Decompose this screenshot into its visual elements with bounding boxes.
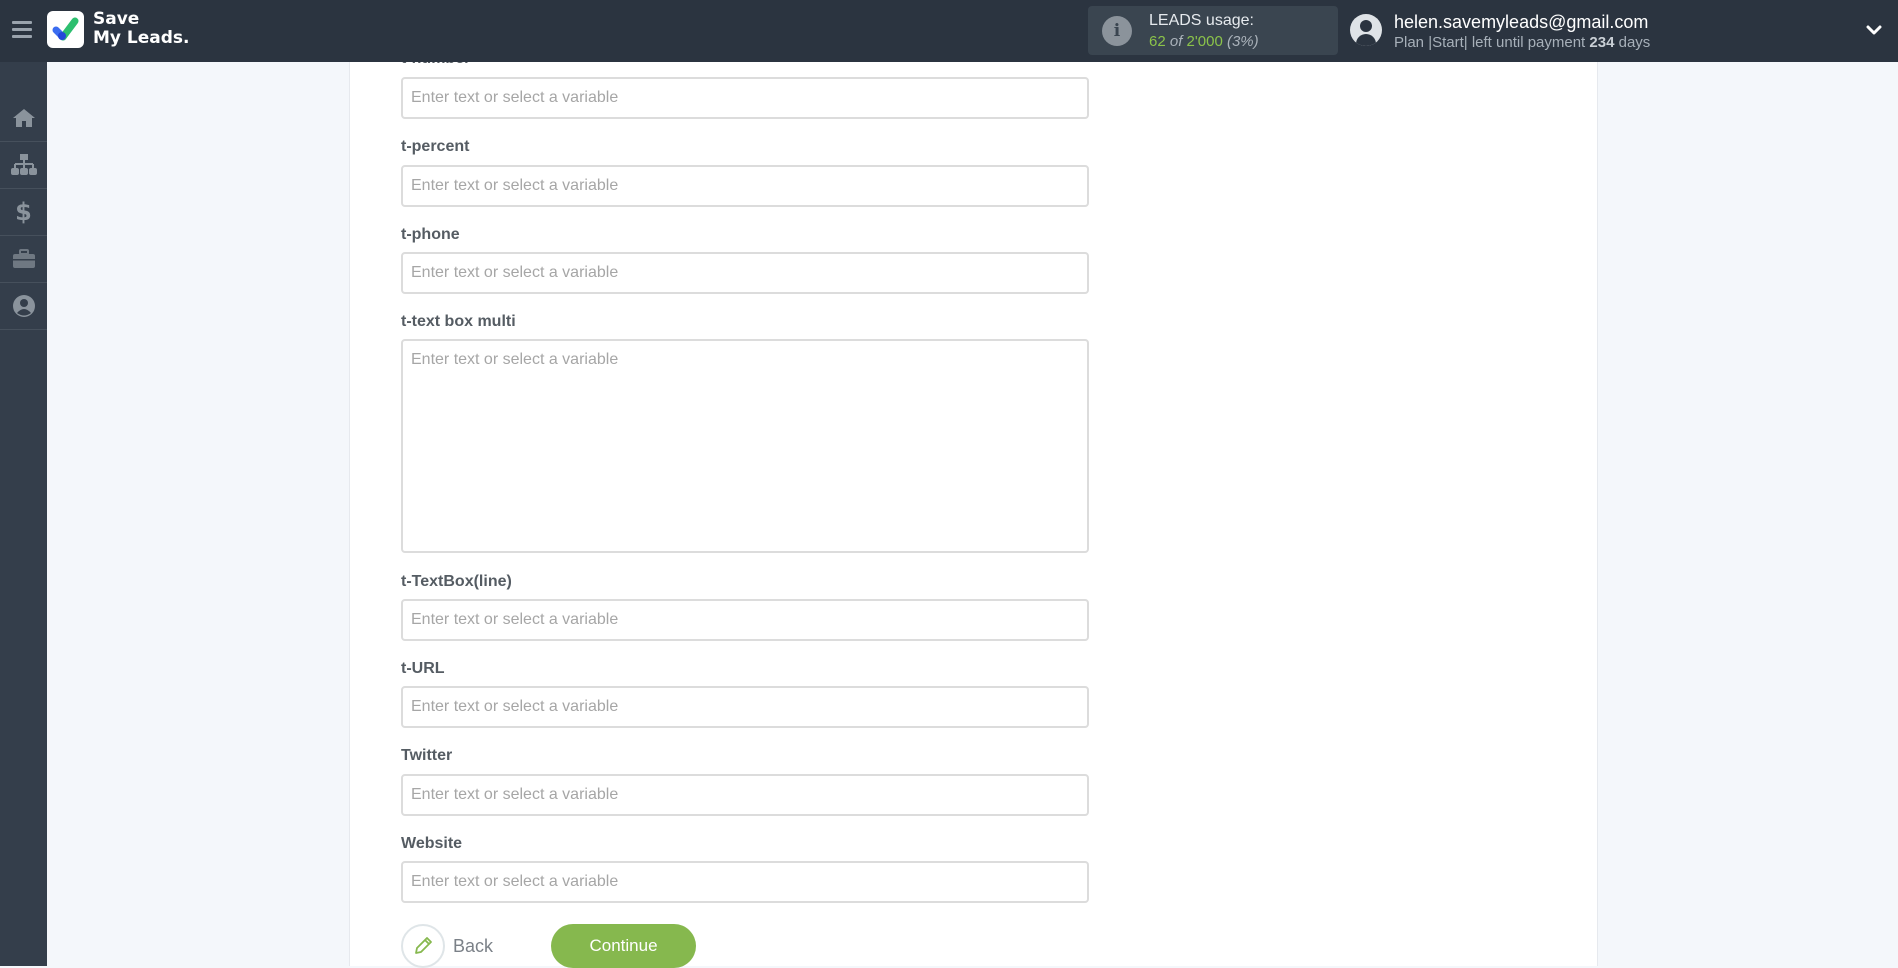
pencil-icon [415,937,432,954]
t-percent-input[interactable] [401,165,1089,207]
dollar-icon: $ [15,198,32,226]
field-label-t-text-box-multi: t-text box multi [401,313,516,330]
logo-line1: Save [93,9,140,29]
back-button[interactable]: Back [401,924,493,968]
user-email[interactable]: helen.savemyleads@gmail.com [1394,12,1648,33]
back-label[interactable]: Back [453,936,493,957]
field-label-t-url: t-URL [401,660,445,677]
sidebar-item-tools[interactable] [0,236,47,283]
chevron-down-icon[interactable] [1866,22,1882,38]
top-header: Save My Leads. i LEADS usage: 62 of 2'00… [0,0,1898,62]
logo-line2: My Leads. [93,28,190,48]
usage-label: LEADS usage: [1149,12,1254,29]
plan-days: 234 [1589,34,1615,51]
home-icon [12,109,35,127]
continue-button[interactable]: Continue [551,924,696,968]
leads-usage-panel: i LEADS usage: 62 of 2'000 (3%) [1088,6,1338,55]
usage-percent: (3%) [1226,33,1259,50]
logo-icon[interactable] [47,11,84,48]
sitemap-icon [10,154,37,175]
sidebar-item-home[interactable] [0,95,47,142]
usage-of: of [1169,33,1183,50]
sidebar-item-billing[interactable]: $ [0,189,47,236]
usage-total: 2'000 [1186,33,1223,50]
plan-info: Plan |Start| left until payment 234 days [1394,34,1650,51]
field-label-t-textbox-line: t-TextBox(line) [401,573,512,590]
menu-icon[interactable] [12,21,32,39]
website-input[interactable] [401,861,1089,903]
sidebar-item-connections[interactable] [0,142,47,189]
sidebar: $ [0,62,47,966]
plan-prefix: Plan |Start| left until payment [1394,34,1586,51]
field-label-t-percent: t-percent [401,138,470,155]
usage-value: 62 of 2'000 (3%) [1149,33,1259,50]
twitter-input[interactable] [401,774,1089,816]
t-textbox-line-input[interactable] [401,599,1089,641]
field-label-t-phone: t-phone [401,226,460,243]
field-label-website: Website [401,835,463,852]
t-text-box-multi-textarea[interactable] [401,339,1089,553]
field-label-twitter: Twitter [401,747,453,764]
user-circle-icon [12,295,35,317]
back-circle[interactable] [401,924,445,968]
sidebar-item-profile[interactable] [0,283,47,330]
info-icon: i [1102,16,1132,46]
t-phone-input[interactable] [401,252,1089,294]
t-number-input[interactable] [401,77,1089,119]
avatar[interactable] [1350,14,1382,46]
logo-text[interactable]: Save My Leads. [93,10,190,48]
briefcase-icon [12,249,35,268]
form-card: t-number t-percent t-phone t-text box mu… [349,50,1598,968]
plan-suffix: days [1618,34,1651,51]
usage-used: 62 [1149,33,1166,50]
t-url-input[interactable] [401,686,1089,728]
